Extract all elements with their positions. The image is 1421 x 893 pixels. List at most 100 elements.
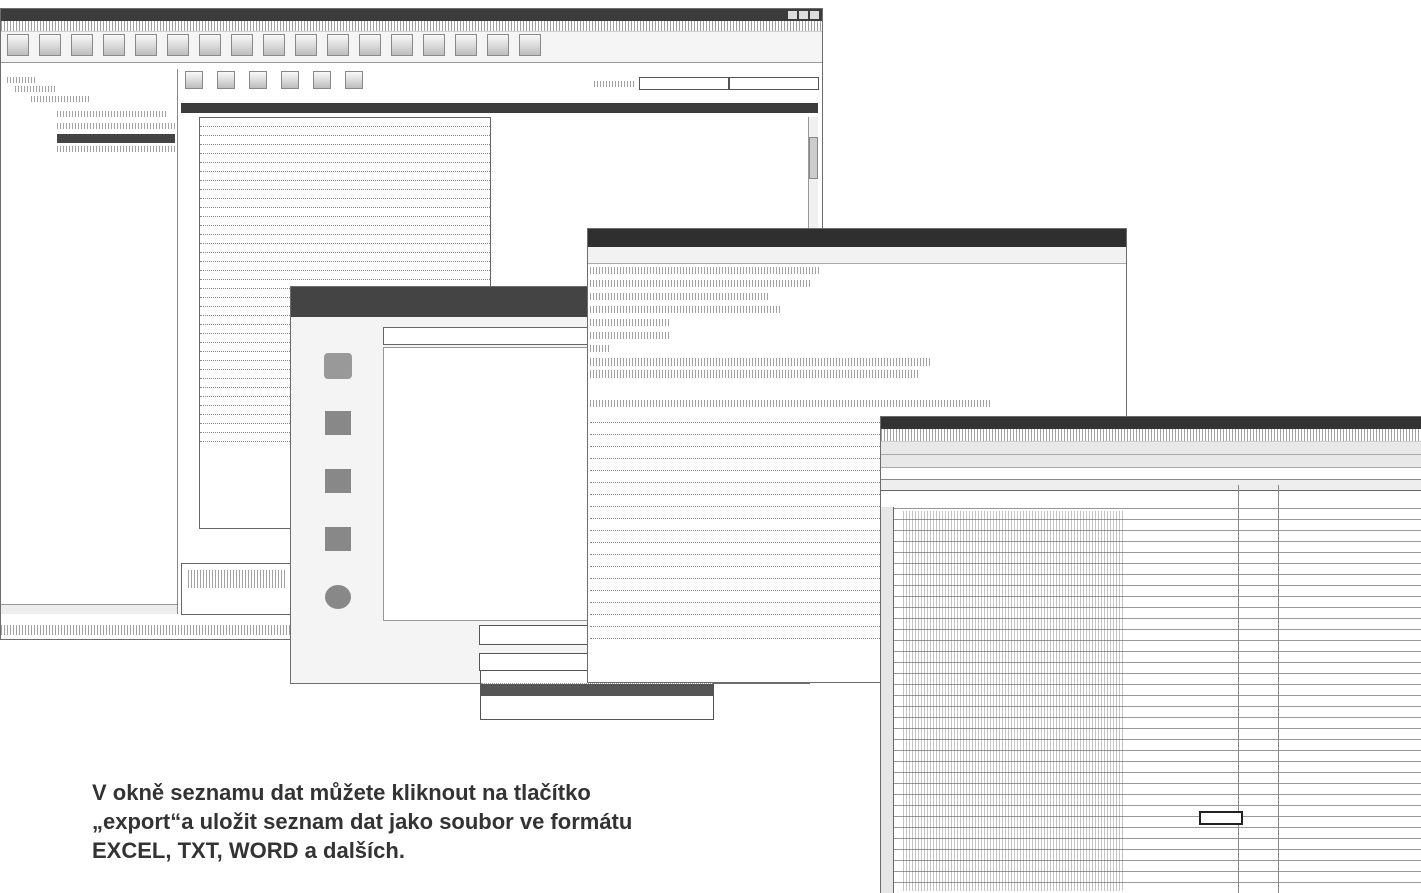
excel-menu-bar (881, 429, 1421, 442)
table-row[interactable] (200, 163, 490, 172)
edit-button[interactable] (249, 71, 267, 89)
toolbar-icon-8[interactable] (231, 34, 253, 56)
filetype-option-selected[interactable] (481, 684, 713, 696)
chart-button[interactable] (281, 71, 299, 89)
toolbar-icon-2[interactable] (39, 34, 61, 56)
place-documents[interactable] (301, 469, 375, 523)
place-computer[interactable] (301, 527, 375, 581)
toolbar-icon-3[interactable] (71, 34, 93, 56)
data-row (590, 543, 890, 555)
tree-node-root[interactable] (7, 77, 37, 83)
table-row[interactable] (200, 208, 490, 217)
filetype-option[interactable] (481, 696, 713, 708)
notepad-title-bar (588, 229, 1126, 247)
data-row (590, 615, 890, 627)
table-row[interactable] (200, 154, 490, 163)
caption-line-3: EXCEL, TXT, WORD a dalších. (92, 838, 405, 863)
app-title-bar (1, 9, 822, 21)
notepad-data-rows (590, 411, 890, 639)
status-bar (1, 625, 301, 635)
open-button[interactable] (217, 71, 235, 89)
table-row[interactable] (200, 235, 490, 244)
scroll-thumb[interactable] (809, 137, 818, 179)
date-to-select[interactable] (729, 77, 819, 90)
toolbar-icon-12[interactable] (359, 34, 381, 56)
toolbar-icon-13[interactable] (391, 34, 413, 56)
table-row[interactable] (200, 244, 490, 253)
table-row[interactable] (200, 127, 490, 136)
minimize-icon[interactable] (788, 11, 797, 19)
toolbar-icon-10[interactable] (295, 34, 317, 56)
data-row (590, 555, 890, 567)
tree-node-group[interactable] (15, 86, 55, 92)
data-row (590, 411, 890, 423)
date-from-select[interactable] (639, 77, 729, 90)
toolbar-icon-11[interactable] (327, 34, 349, 56)
export-button[interactable] (313, 71, 331, 89)
app-menu-bar (1, 21, 822, 32)
tree-item-2[interactable] (57, 123, 175, 129)
place-recent[interactable] (301, 353, 375, 407)
table-row[interactable] (200, 199, 490, 208)
data-row (590, 471, 890, 483)
excel-toolbar (881, 442, 1421, 455)
table-row[interactable] (200, 226, 490, 235)
desktop-icon (325, 411, 351, 435)
close-icon[interactable] (810, 11, 819, 19)
toolbar-icon-6[interactable] (167, 34, 189, 56)
text-line (590, 306, 780, 313)
table-row[interactable] (200, 136, 490, 145)
toolbar-icon-14[interactable] (423, 34, 445, 56)
table-row[interactable] (200, 145, 490, 154)
text-line (590, 358, 930, 366)
grid-column-line (1278, 485, 1279, 893)
print-button[interactable] (345, 71, 363, 89)
table-row[interactable] (200, 271, 490, 280)
toolbar-icon-5[interactable] (135, 34, 157, 56)
table-row[interactable] (200, 172, 490, 181)
data-row (590, 507, 890, 519)
caption-line-2: „export“a uložit seznam dat jako soubor … (92, 809, 633, 834)
data-row (590, 531, 890, 543)
maximize-icon[interactable] (799, 11, 808, 19)
data-row (590, 495, 890, 507)
refresh-button[interactable] (185, 71, 203, 89)
place-desktop[interactable] (301, 411, 375, 465)
tree-item-4[interactable] (57, 146, 175, 152)
tree-item-1[interactable] (57, 111, 167, 117)
my-documents-icon (325, 469, 351, 493)
device-tree-panel (1, 69, 178, 614)
network-places-icon (325, 585, 351, 609)
places-bar (301, 349, 375, 619)
toolbar-icon-7[interactable] (199, 34, 221, 56)
excel-window (880, 416, 1421, 893)
table-row[interactable] (200, 190, 490, 199)
toolbar-icon-15[interactable] (455, 34, 477, 56)
table-row[interactable] (200, 253, 490, 262)
list-header-bar (181, 103, 818, 113)
sheet-data-block (903, 511, 1123, 891)
filter-label (594, 81, 636, 87)
caption-line-1: V okně seznamu dat můžete kliknout na tl… (92, 780, 591, 805)
tree-node-sub[interactable] (31, 96, 91, 102)
table-row[interactable] (200, 118, 490, 127)
toolbar-icon-4[interactable] (103, 34, 125, 56)
toolbar-icon-1[interactable] (7, 34, 29, 56)
name-box[interactable] (881, 468, 1421, 480)
table-row[interactable] (200, 181, 490, 190)
toolbar-icon-9[interactable] (263, 34, 285, 56)
tree-item-selected[interactable] (57, 134, 175, 143)
data-row (590, 483, 890, 495)
excel-title-bar (881, 417, 1421, 429)
filetype-option[interactable] (481, 708, 713, 720)
place-network[interactable] (301, 585, 375, 639)
active-cell[interactable] (1199, 811, 1243, 825)
tree-scrollbar[interactable] (1, 604, 177, 614)
spreadsheet-grid[interactable] (881, 485, 1421, 893)
toolbar-icon-17[interactable] (519, 34, 541, 56)
text-line (590, 345, 610, 352)
table-row[interactable] (200, 262, 490, 271)
toolbar-icon-16[interactable] (487, 34, 509, 56)
table-row[interactable] (200, 217, 490, 226)
save-location-value (384, 335, 388, 346)
